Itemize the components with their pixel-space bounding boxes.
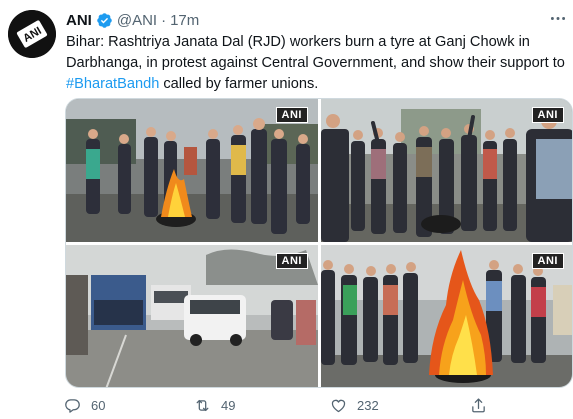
like-icon xyxy=(331,399,346,412)
retweet-count: 49 xyxy=(221,397,236,413)
ani-logo: ANI xyxy=(8,10,56,58)
media-grid: ANI ANI ANI ANI xyxy=(65,98,573,388)
retweet-icon xyxy=(196,399,209,411)
verified-badge-icon xyxy=(96,12,113,29)
retweet-button[interactable]: 49 xyxy=(194,395,235,415)
tweet-text-main: Bihar: Rashtriya Janata Dal (RJD) worker… xyxy=(66,34,565,71)
hashtag-link[interactable]: #BharatBandh xyxy=(66,76,159,92)
like-count: 232 xyxy=(357,397,379,413)
tweet-text-tail: called by farmer unions. xyxy=(159,76,319,92)
share-button[interactable] xyxy=(470,395,497,415)
avatar[interactable]: ANI xyxy=(8,10,56,58)
display-name[interactable]: ANI xyxy=(66,12,92,29)
tweet-header: ANI @ANI · 17m xyxy=(66,10,199,30)
separator-dot: · xyxy=(161,11,167,29)
photo-watermark: ANI xyxy=(531,253,564,269)
more-options-icon[interactable] xyxy=(548,8,568,28)
photo-4[interactable]: ANI xyxy=(321,245,572,387)
action-bar: 60 49 232 xyxy=(60,395,500,415)
photo-1[interactable]: ANI xyxy=(66,99,318,242)
photo-3[interactable]: ANI xyxy=(66,245,318,387)
photo-2[interactable]: ANI xyxy=(321,99,572,242)
photo-watermark: ANI xyxy=(531,107,564,123)
tweet[interactable]: ANI ANI @ANI · 17m Bihar: Rashtriya Jana… xyxy=(0,0,573,419)
photo-watermark: ANI xyxy=(275,253,308,269)
share-icon xyxy=(472,397,485,412)
reply-icon xyxy=(65,398,80,413)
tweet-text: Bihar: Rashtriya Janata Dal (RJD) worker… xyxy=(66,32,566,95)
reply-button[interactable]: 60 xyxy=(64,395,105,415)
photo-watermark: ANI xyxy=(275,107,308,123)
timestamp[interactable]: 17m xyxy=(170,12,199,29)
user-handle[interactable]: @ANI xyxy=(117,12,157,29)
reply-count: 60 xyxy=(91,397,106,413)
like-button[interactable]: 232 xyxy=(330,395,379,415)
